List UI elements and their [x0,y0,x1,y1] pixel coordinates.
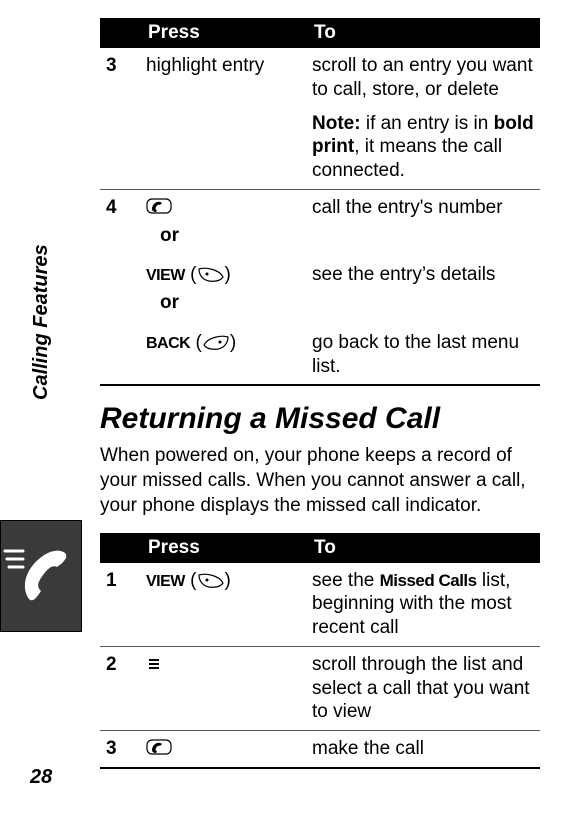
table2-header-press: Press [140,533,306,563]
table2-row3-num: 3 [100,731,140,768]
softkey-left-icon [202,331,230,355]
back-label: BACK [146,335,190,352]
table1-row4-num: 4 [100,189,140,257]
table1-corner [100,18,140,48]
section-title: Returning a Missed Call [100,402,540,436]
press-to-table-2: Press To 1 VIEW ( ) see the Missed Ca [100,533,540,769]
softkey-right-icon [197,569,225,593]
press-to-table-1: Press To 3 highlight entry scroll to an … [100,18,540,386]
table1-row4-press-c: BACK ( ) [140,325,306,386]
note-label: Note: [312,113,361,134]
table2-row2-num: 2 [100,646,140,730]
table2-row2-to: scroll through the list and select a cal… [306,646,540,730]
table1-row3-to-a: scroll to an entry you want to call, sto… [312,55,533,100]
table2-row1-to: see the Missed Calls list, beginning wit… [306,563,540,647]
table1-row4-press-b: VIEW ( ) or [140,257,306,325]
view-label-2: VIEW [146,573,185,590]
table1-row3-num: 3 [100,48,140,189]
table2-row1-num: 1 [100,563,140,647]
nav-key-icon [146,653,162,677]
send-key-icon [146,196,172,220]
or-1: or [160,220,300,252]
table1-header-to: To [306,18,540,48]
page-number: 28 [30,766,52,789]
view-label: VIEW [146,267,185,284]
t2-r1-to-bold: Missed Calls [380,571,477,590]
table1-row3-press: highlight entry [140,48,306,189]
table2-row3-to: make the call [306,731,540,768]
table1-row4-to-c: go back to the last menu list. [306,325,540,386]
note-a: if an entry is in [361,113,494,134]
manual-page: Calling Features Press To 3 highlight en… [0,0,580,817]
intro-paragraph: When powered on, your phone keeps a reco… [100,444,540,518]
table2-header-to: To [306,533,540,563]
t2-r1-to-a: see the [312,570,380,591]
or-2: or [160,287,300,319]
phone-badge-icon [0,520,82,632]
softkey-right-icon [197,263,225,287]
table1-row4-to-b: see the entry’s details [306,257,540,325]
section-sidebar-label: Calling Features [30,244,53,400]
table1-row4-press-a: or [140,189,306,257]
table1-row4-to-a: call the entry's number [306,189,540,257]
table2-row2-press [140,646,306,730]
table2-row1-press: VIEW ( ) [140,563,306,647]
send-key-icon [146,737,172,761]
table2-row3-press [140,731,306,768]
table1-header-press: Press [140,18,306,48]
table1-row3-to: scroll to an entry you want to call, sto… [306,48,540,189]
table2-corner [100,533,140,563]
